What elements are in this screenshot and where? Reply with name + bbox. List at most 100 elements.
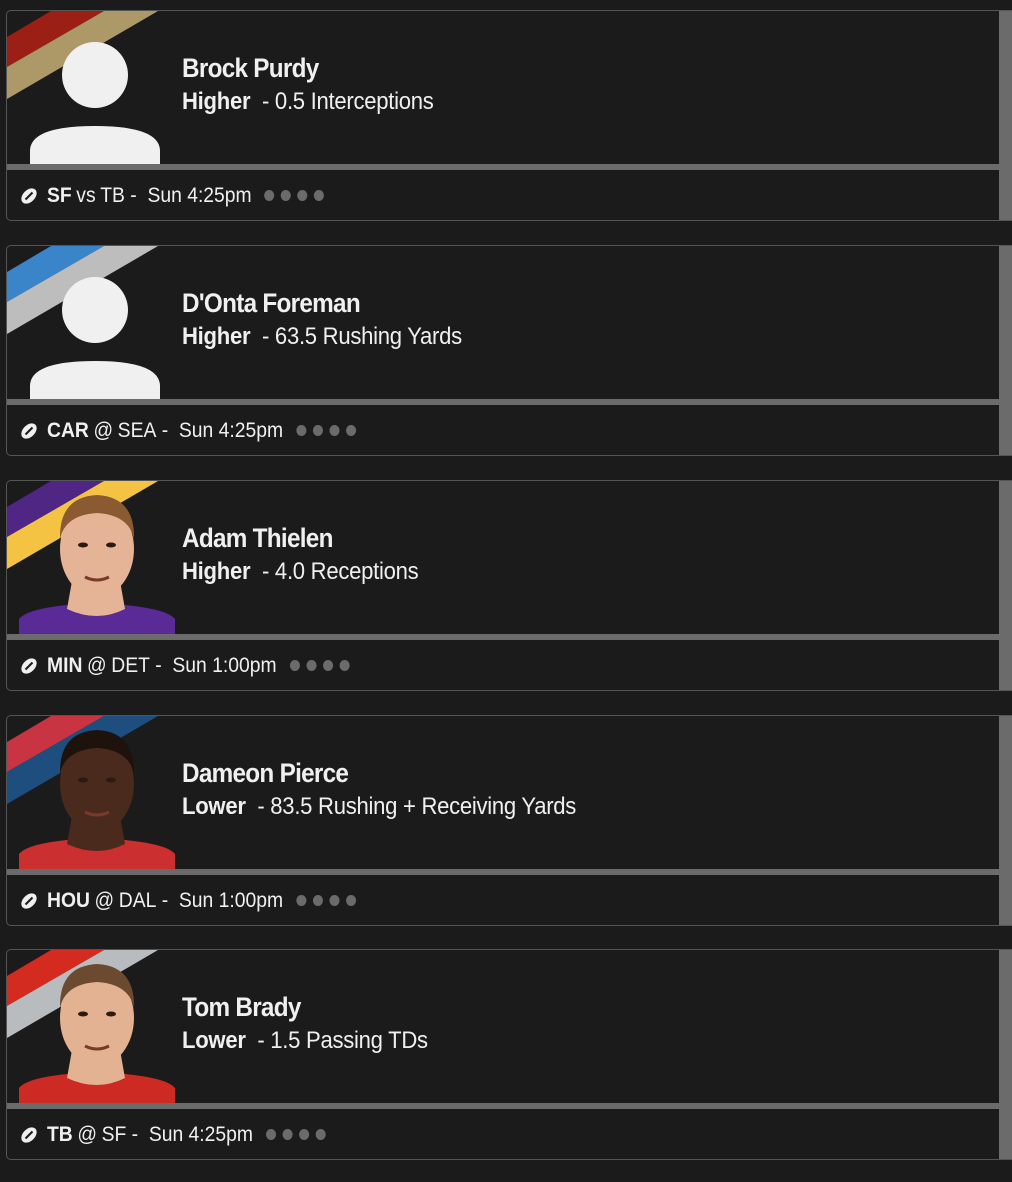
player-name: Adam Thielen [182, 523, 333, 553]
matchup-dash: - [126, 1122, 149, 1146]
silhouette-head [62, 277, 128, 343]
team-abbr: HOU [47, 888, 90, 912]
player-eye [106, 1011, 116, 1017]
matchup: MIN @ DET - Sun 1:00pm [47, 653, 350, 678]
matchup-dash: - [149, 653, 173, 677]
status-dot [312, 425, 323, 436]
game-info: CAR @ SEA - Sun 4:25pm [7, 405, 1012, 455]
team-abbr: TB [47, 1122, 73, 1146]
team-abbr: MIN [47, 653, 83, 677]
pick-projection: Higher - 0.5 Interceptions [182, 85, 434, 119]
player-name: Brock Purdy [182, 53, 319, 83]
matchup-separator: @ [77, 1122, 97, 1146]
game-info: SF vs TB - Sun 4:25pm [7, 170, 1012, 220]
game-info: MIN @ DET - Sun 1:00pm [7, 640, 1012, 690]
status-dots [289, 660, 350, 671]
pick-card-header: Tom Brady Lower - 1.5 Passing TDs [7, 950, 1012, 1103]
pick-direction: Higher [182, 323, 251, 350]
football-icon [21, 657, 37, 674]
player-eye [106, 777, 116, 783]
player-name: D'Onta Foreman [182, 288, 361, 318]
opponent-abbr: DET [111, 653, 150, 677]
pick-separator: - [245, 793, 271, 820]
silhouette-body [30, 126, 160, 164]
pick-card[interactable]: Adam Thielen Higher - 4.0 Receptions MIN @ D… [6, 480, 1012, 691]
pick-card[interactable]: D'Onta Foreman Higher - 63.5 Rushing Yard… [6, 245, 1012, 456]
game-info: TB @ SF - Sun 4:25pm [7, 1109, 1012, 1159]
pick-stat: Rushing + Receiving Yards [318, 793, 577, 820]
pick-card[interactable]: Dameon Pierce Lower - 83.5 Rushing + Rece… [6, 715, 1012, 926]
card-side-bar [999, 716, 1012, 869]
pick-stat: Passing TDs [306, 1027, 428, 1054]
matchup: TB @ SF - Sun 4:25pm [47, 1123, 326, 1147]
matchup-separator: vs [76, 183, 96, 207]
opponent-abbr: TB [100, 183, 125, 207]
opponent-abbr: SEA [117, 418, 157, 442]
status-dot [295, 425, 307, 436]
player-eye [78, 542, 88, 548]
pick-card-header: Dameon Pierce Lower - 83.5 Rushing + Rece… [7, 716, 1012, 869]
game-time: Sun 4:25pm [178, 418, 284, 442]
pick-direction: Higher [182, 558, 251, 585]
card-side-bar-lower [999, 405, 1012, 455]
person-silhouette-icon [30, 277, 160, 399]
pick-info: Brock Purdy Higher - 0.5 Interceptions [182, 51, 455, 119]
status-dot [329, 895, 340, 906]
matchup: HOU @ DAL - Sun 1:00pm [47, 889, 356, 913]
opponent-abbr: SF [101, 1122, 127, 1146]
game-time: Sun 4:25pm [148, 1122, 254, 1146]
matchup-dash: - [156, 418, 179, 442]
pick-separator: - [245, 1027, 271, 1054]
status-dot [312, 895, 323, 906]
football-icon [21, 1126, 37, 1143]
pick-direction: Lower [182, 793, 246, 820]
card-side-bar [999, 11, 1012, 164]
pick-line-value: 0.5 [274, 88, 305, 115]
status-dot [314, 190, 325, 201]
card-side-bar-lower [999, 875, 1012, 925]
game-time: Sun 4:25pm [147, 183, 252, 207]
pick-stat: Interceptions [310, 88, 434, 115]
card-side-bar-lower [999, 640, 1012, 690]
pick-card[interactable]: Tom Brady Lower - 1.5 Passing TDs TB @ SF - … [6, 949, 1012, 1160]
opponent-abbr: DAL [118, 888, 157, 912]
status-dot [297, 190, 308, 201]
pick-card-header: D'Onta Foreman Higher - 63.5 Rushing Yard… [7, 246, 1012, 399]
football-icon [21, 187, 37, 204]
matchup-dash: - [156, 888, 179, 912]
card-side-bar [999, 246, 1012, 399]
card-side-bar-lower [999, 170, 1012, 220]
player-name: Dameon Pierce [182, 758, 349, 788]
pick-info: D'Onta Foreman Higher - 63.5 Rushing Yard… [182, 286, 486, 354]
matchup-separator: @ [87, 653, 107, 677]
player-name: Tom Brady [182, 992, 301, 1022]
status-dot [281, 190, 292, 201]
status-dots [265, 1129, 326, 1140]
pick-separator: - [250, 323, 275, 350]
player-eye [78, 777, 88, 783]
player-eye [106, 542, 116, 548]
status-dot [315, 1129, 326, 1140]
status-dots [295, 895, 356, 906]
pick-direction: Lower [182, 1027, 246, 1054]
team-abbr: CAR [47, 418, 89, 442]
status-dot [306, 660, 317, 671]
player-photo [19, 730, 175, 869]
game-time: Sun 1:00pm [178, 888, 284, 912]
status-dot [282, 1129, 293, 1140]
silhouette-body [30, 361, 160, 399]
matchup: CAR @ SEA - Sun 4:25pm [47, 419, 356, 443]
card-side-bar [999, 950, 1012, 1103]
team-abbr: SF [47, 183, 72, 207]
pick-projection: Lower - 83.5 Rushing + Receiving Yards [182, 790, 576, 824]
pick-card-header: Brock Purdy Higher - 0.5 Interceptions [7, 11, 1012, 164]
pick-card[interactable]: Brock Purdy Higher - 0.5 Interceptions SF v… [6, 10, 1012, 221]
status-dot [329, 425, 340, 436]
matchup-separator: @ [94, 888, 115, 912]
status-dot [289, 660, 300, 671]
game-info: HOU @ DAL - Sun 1:00pm [7, 875, 1012, 925]
player-photo [19, 964, 175, 1103]
pick-separator: - [250, 558, 275, 585]
pick-projection: Lower - 1.5 Passing TDs [182, 1024, 428, 1058]
pick-projection: Higher - 4.0 Receptions [182, 555, 419, 589]
